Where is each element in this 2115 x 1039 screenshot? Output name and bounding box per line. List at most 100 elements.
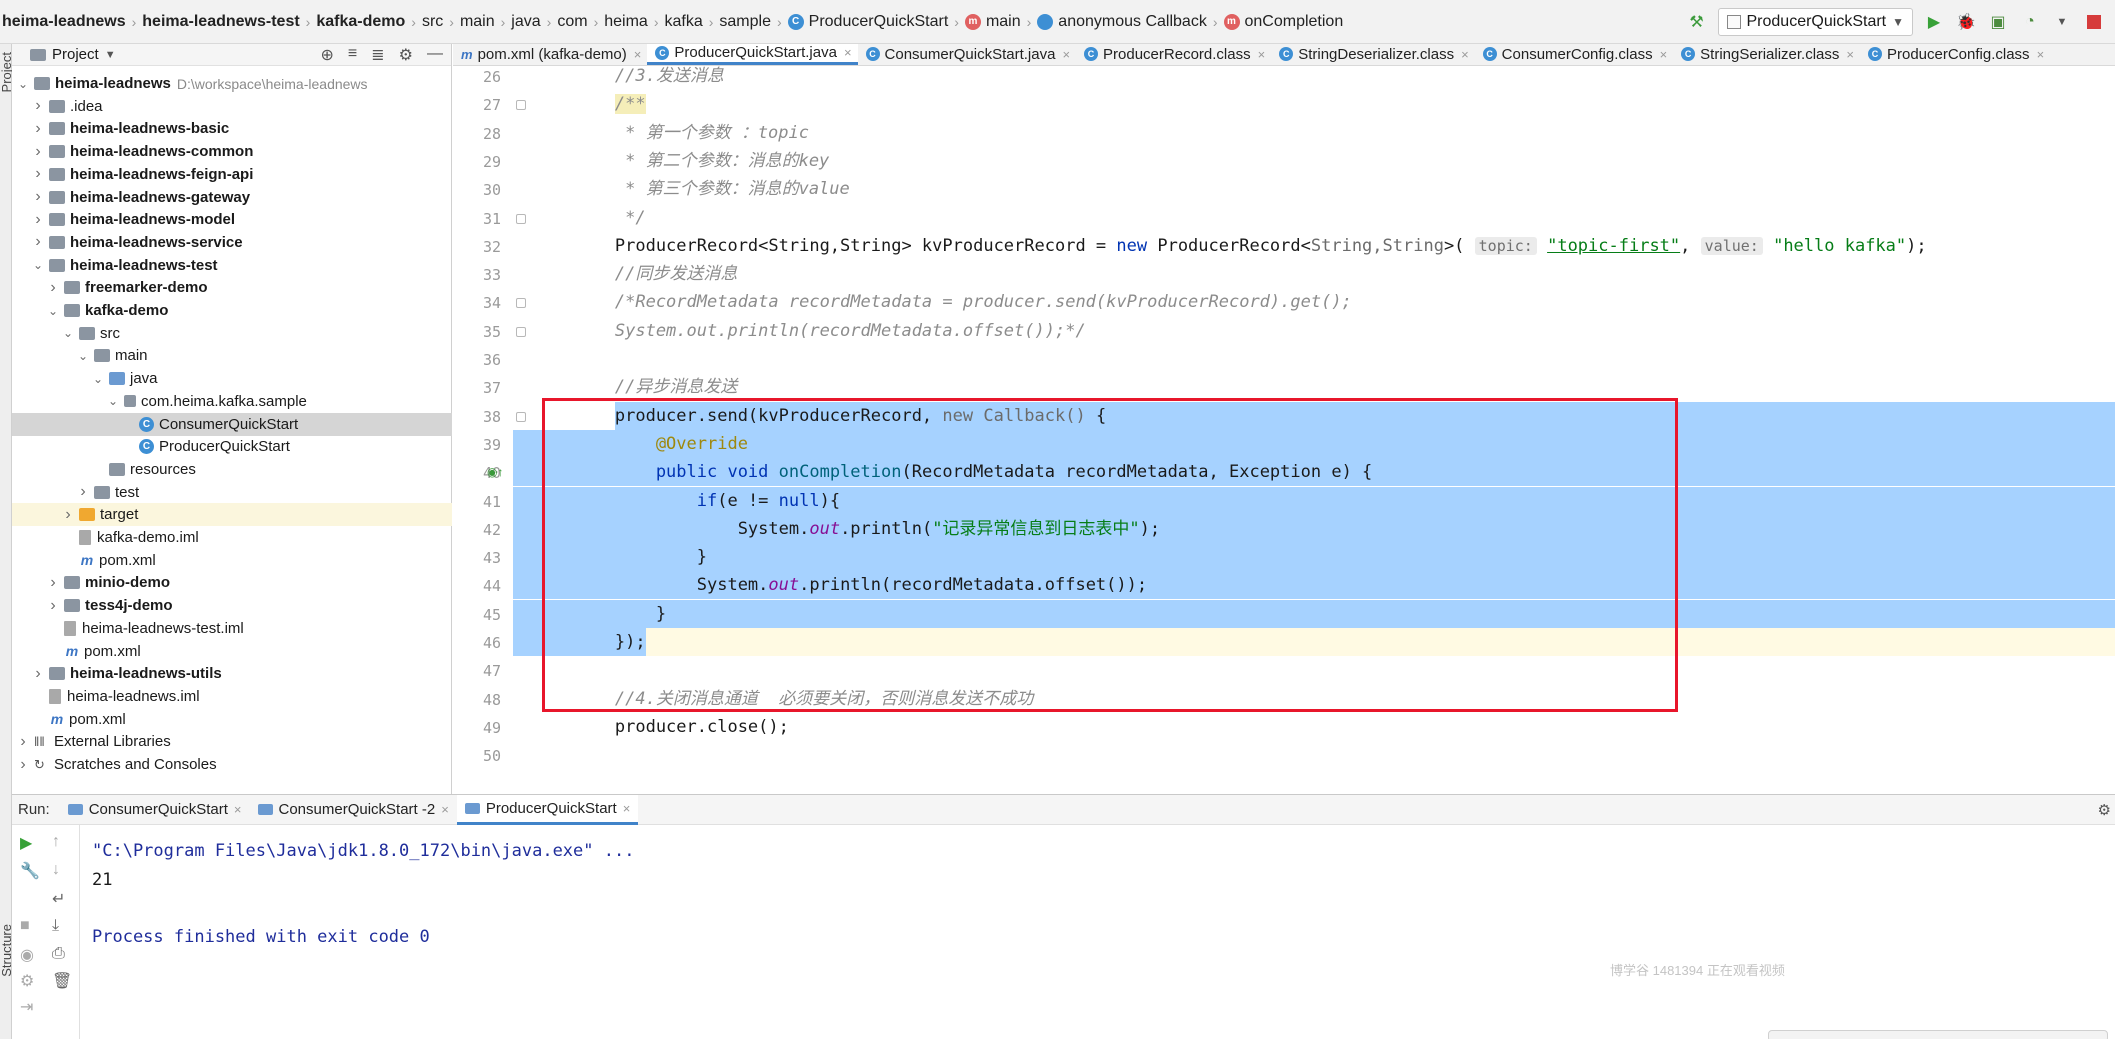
chevron-right-icon[interactable]: ›: [46, 574, 60, 592]
breadcrumb-item[interactable]: anonymous Callback ›: [1037, 0, 1223, 44]
chevron-right-icon[interactable]: ›: [16, 756, 30, 774]
tree-node[interactable]: m pom.xml: [12, 640, 452, 663]
fold-toggle-icon[interactable]: [516, 326, 526, 337]
hide-panel-icon[interactable]: —: [427, 45, 443, 65]
tree-node[interactable]: resources: [12, 458, 452, 481]
breadcrumb-item[interactable]: java ›: [511, 0, 557, 44]
tree-node[interactable]: ⌄ heima-leadnews D:\workspace\heima-leadne…: [12, 72, 452, 95]
code-editor[interactable]: 26 27 28 29 30 31 32 33 34 35 36 37 38 39 40 ◉↑ 41 42 43 44…: [453, 66, 2115, 794]
fold-toggle-icon[interactable]: [516, 100, 526, 111]
code-line[interactable]: [533, 741, 2115, 769]
breadcrumb-item[interactable]: m onCompletion: [1223, 0, 1343, 44]
tree-node[interactable]: › freemarker-demo: [12, 276, 452, 299]
wrench-icon[interactable]: 🔧: [20, 861, 40, 881]
chevron-right-icon[interactable]: ›: [31, 211, 45, 229]
breadcrumb-item[interactable]: src ›: [422, 0, 460, 44]
chevron-down-icon[interactable]: ⌄: [61, 326, 75, 340]
code-line[interactable]: * 第三个参数：消息的value: [533, 175, 2115, 203]
editor-tab[interactable]: C ConsumerConfig.class ×: [1475, 44, 1674, 65]
tree-node[interactable]: ⌄ src: [12, 322, 452, 345]
scroll-down-icon[interactable]: ↓: [52, 861, 60, 879]
print-icon[interactable]: ⎙: [52, 945, 65, 963]
build-hammer-icon[interactable]: ⚒: [1686, 11, 1708, 33]
chevron-right-icon[interactable]: ›: [46, 279, 60, 297]
editor-tab[interactable]: C ProducerQuickStart.java ×: [647, 44, 858, 65]
gear-icon[interactable]: ⚙: [399, 45, 413, 65]
code-line[interactable]: public void onCompletion(RecordMetadata …: [513, 458, 2115, 487]
code-line[interactable]: //4.关闭消息通道 必须要关闭，否则消息发送不成功: [533, 685, 2115, 713]
tree-node[interactable]: › minio-demo: [12, 571, 452, 594]
breadcrumb-item[interactable]: m main ›: [964, 0, 1037, 44]
profile-icon[interactable]: ◔: [2019, 11, 2041, 33]
tree-node[interactable]: m pom.xml: [12, 549, 452, 572]
close-icon[interactable]: ×: [2037, 47, 2045, 62]
chevron-right-icon[interactable]: ›: [31, 165, 45, 183]
tree-node[interactable]: › heima-leadnews-common: [12, 140, 452, 163]
tree-node[interactable]: › test: [12, 481, 452, 504]
breadcrumb-item[interactable]: kafka ›: [664, 0, 719, 44]
debug-bug-icon[interactable]: 🐞: [1955, 11, 1977, 33]
code-line[interactable]: System.out.println("记录异常信息到日志表中");: [513, 514, 2115, 543]
tree-node[interactable]: › heima-leadnews-service: [12, 231, 452, 254]
breadcrumb-item[interactable]: heima-leadnews ›: [2, 0, 142, 44]
tree-node[interactable]: › ‖‖ External Libraries: [12, 730, 452, 753]
tree-node[interactable]: heima-leadnews-test.iml: [12, 617, 452, 640]
editor-tab[interactable]: C ProducerRecord.class ×: [1076, 44, 1271, 65]
run-icon[interactable]: ▶: [1923, 11, 1945, 33]
code-line[interactable]: //同步发送消息: [533, 260, 2115, 288]
close-icon[interactable]: ×: [441, 802, 449, 817]
tree-node[interactable]: ⌄ heima-leadnews-test: [12, 254, 452, 277]
code-line[interactable]: * 第一个参数 ：topic: [533, 119, 2115, 147]
chevron-down-icon[interactable]: ⌄: [16, 77, 30, 91]
rerun-icon[interactable]: ▶: [20, 833, 32, 853]
close-icon[interactable]: ×: [234, 802, 242, 817]
more-run-options-icon[interactable]: ▼: [2051, 11, 2073, 33]
expand-all-icon[interactable]: ≡: [348, 45, 357, 65]
tree-node[interactable]: › ↻ Scratches and Consoles: [12, 753, 452, 776]
tree-node[interactable]: m pom.xml: [12, 708, 452, 731]
breadcrumb-item[interactable]: kafka-demo ›: [316, 0, 422, 44]
chevron-right-icon[interactable]: ›: [31, 665, 45, 683]
code-line[interactable]: System.out.println(recordMetadata.offset…: [533, 317, 2115, 345]
code-line[interactable]: [533, 345, 2115, 373]
code-area[interactable]: //3.发送消息 /** * 第一个参数 ：topic * 第二个参数：消息的k…: [513, 66, 2115, 794]
chevron-right-icon[interactable]: ›: [31, 233, 45, 251]
code-line[interactable]: }: [513, 543, 2115, 572]
code-line[interactable]: });: [513, 628, 2115, 656]
code-line[interactable]: //异步消息发送: [533, 373, 2115, 401]
collapse-all-icon[interactable]: ≣: [371, 45, 384, 65]
tree-node[interactable]: kafka-demo.iml: [12, 526, 452, 549]
exit-icon[interactable]: ⇥: [20, 997, 33, 1017]
tree-node[interactable]: › target: [12, 503, 452, 527]
chevron-right-icon[interactable]: ›: [31, 188, 45, 206]
scroll-to-end-icon[interactable]: ⤓: [52, 917, 59, 935]
close-icon[interactable]: ×: [634, 47, 642, 62]
chevron-right-icon[interactable]: ›: [31, 143, 45, 161]
code-line[interactable]: //3.发送消息: [533, 66, 2115, 90]
console-output[interactable]: "C:\Program Files\Java\jdk1.8.0_172\bin\…: [92, 825, 2092, 1039]
close-icon[interactable]: ×: [1461, 47, 1469, 62]
code-line[interactable]: [533, 656, 2115, 684]
chevron-right-icon[interactable]: ›: [31, 120, 45, 138]
stop-run-icon[interactable]: ■: [20, 917, 30, 935]
code-line[interactable]: /**: [533, 90, 2115, 118]
code-line[interactable]: }: [513, 599, 2115, 628]
run-tab[interactable]: ConsumerQuickStart -2 ×: [250, 795, 457, 825]
tree-node[interactable]: › heima-leadnews-basic: [12, 117, 452, 140]
stop-icon[interactable]: [2083, 11, 2105, 33]
tree-node[interactable]: C ConsumerQuickStart: [12, 412, 452, 436]
breadcrumb-item[interactable]: heima ›: [604, 0, 664, 44]
coverage-icon[interactable]: ▣: [1987, 11, 2009, 33]
editor-tab[interactable]: C ConsumerQuickStart.java ×: [858, 44, 1077, 65]
breadcrumb-item[interactable]: heima-leadnews-test ›: [142, 0, 316, 44]
scroll-up-icon[interactable]: ↑: [52, 833, 60, 851]
fold-toggle-icon[interactable]: [516, 411, 526, 422]
chevron-down-icon[interactable]: ⌄: [106, 394, 120, 408]
close-icon[interactable]: ×: [1258, 47, 1266, 62]
code-line[interactable]: producer.send(kvProducerRecord, new Call…: [533, 401, 2115, 430]
tree-node[interactable]: › heima-leadnews-feign-api: [12, 163, 452, 186]
editor-tab[interactable]: m pom.xml (kafka-demo) ×: [453, 44, 647, 65]
tree-node[interactable]: ⌄ com.heima.kafka.sample: [12, 390, 452, 413]
fold-toggle-icon[interactable]: [516, 213, 526, 224]
chevron-down-icon[interactable]: ⌄: [31, 258, 45, 272]
